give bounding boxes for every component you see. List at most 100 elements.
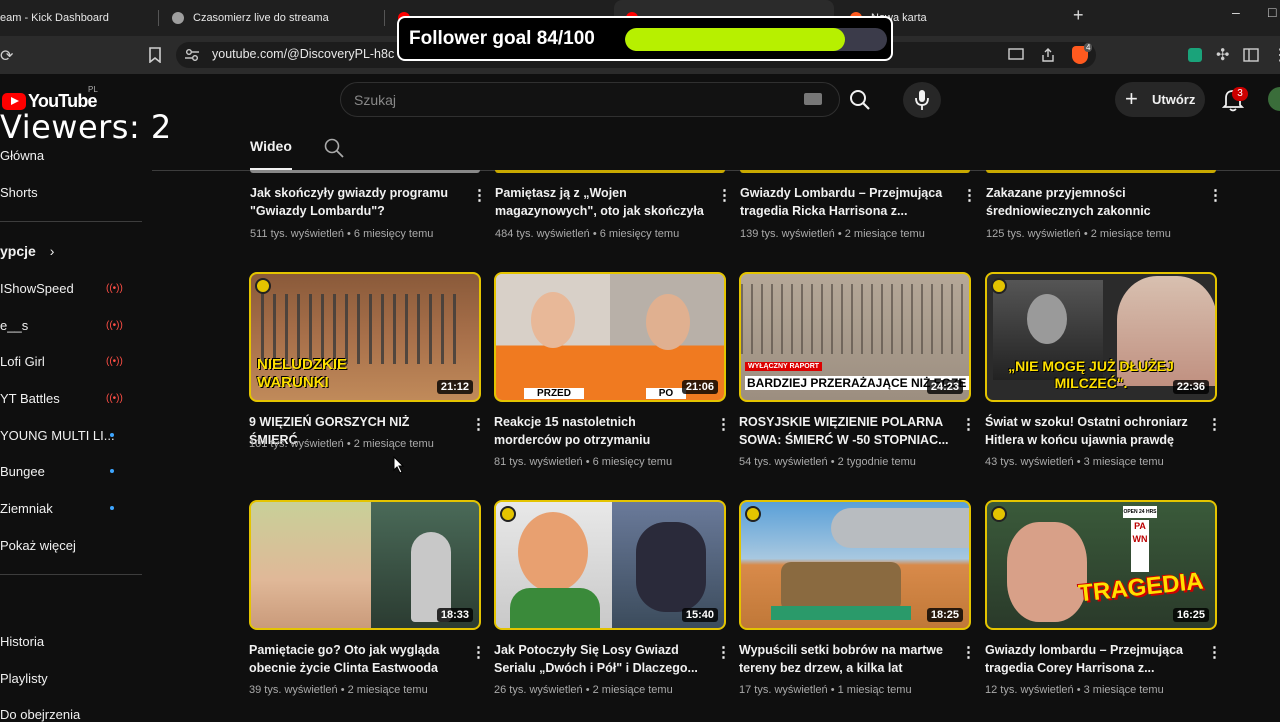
video-meta: 17 tys. wyświetleń • 1 miesiąc temu	[739, 684, 912, 696]
live-icon: ((•))	[106, 356, 123, 367]
sidebar-item-bungee[interactable]: Bungee	[0, 464, 45, 479]
more-options-icon[interactable]: ⋮	[961, 417, 976, 432]
viewers-overlay: Viewers: 2	[0, 108, 172, 146]
tab-videos[interactable]: Wideo	[250, 138, 292, 154]
video-title[interactable]: Gwiazdy lombardu – Przejmująca tragedia …	[985, 641, 1195, 677]
keyboard-icon[interactable]	[804, 93, 822, 105]
video-meta: 39 tys. wyświetleń • 2 miesiące temu	[249, 684, 428, 696]
video-duration: 21:06	[681, 380, 718, 394]
thumbnail-edge	[495, 170, 725, 173]
browser-tab-timer[interactable]: Czasomierz live do streama	[172, 0, 372, 36]
sidebar-item-shorts[interactable]: Shorts	[0, 185, 38, 200]
share-icon[interactable]	[1040, 47, 1056, 63]
thumbnail-caption-before: PRZED	[524, 388, 584, 399]
video-meta: 81 tys. wyświetleń • 6 miesięcy temu	[494, 456, 673, 468]
sidebar-item-e-s[interactable]: e__s	[0, 318, 28, 333]
thumbnail-caption: NIELUDZKIE WARUNKI	[257, 356, 347, 391]
channel-badge-icon	[255, 278, 271, 294]
sidebar-item-home[interactable]: Główna	[0, 148, 44, 163]
video-thumbnail[interactable]: 18:25	[739, 500, 971, 630]
thumbnail-edge	[250, 170, 480, 173]
video-meta: 484 tys. wyświetleń • 6 miesięcy temu	[495, 228, 680, 240]
sidebar-item-ishowspeed[interactable]: IShowSpeed	[0, 281, 74, 296]
browser-tab-kick[interactable]: eam - Kick Dashboard	[0, 0, 150, 36]
more-options-icon[interactable]: ⋮	[471, 417, 486, 432]
more-options-icon[interactable]: ⋮	[1207, 645, 1222, 660]
video-title[interactable]: Pamiętasz ją z „Wojen magazynowych", oto…	[495, 184, 705, 220]
video-thumbnail[interactable]: „NIE MOGĘ JUŻ DŁUŻEJ MILCZEĆ". 22:36	[985, 272, 1217, 402]
more-options-icon[interactable]: ⋮	[1207, 417, 1222, 432]
avatar[interactable]	[1268, 87, 1280, 111]
reload-icon[interactable]: ⟳	[0, 46, 13, 66]
video-duration: 24:23	[926, 380, 963, 394]
live-icon: ((•))	[106, 283, 123, 294]
sidebar-item-young-multi[interactable]: YOUNG MULTI LI...	[0, 428, 115, 443]
microphone-icon	[915, 90, 929, 110]
menu-icon[interactable]: ⋮	[1272, 45, 1280, 65]
video-title[interactable]: ROSYJSKIE WIĘZIENIE POLARNA SOWA: ŚMIERĆ…	[739, 413, 949, 449]
video-thumbnail[interactable]: 18:33	[249, 500, 481, 630]
more-options-icon[interactable]: ⋮	[471, 645, 486, 660]
video-title[interactable]: Pamiętacie go? Oto jak wygląda obecnie ż…	[249, 641, 459, 677]
extensions-puzzle-icon[interactable]: ✣	[1216, 45, 1229, 65]
minimize-icon[interactable]: –	[1232, 4, 1240, 20]
new-content-dot	[110, 469, 114, 473]
bookmark-icon[interactable]	[148, 47, 162, 63]
sidebar-item-lofi-girl[interactable]: Lofi Girl	[0, 354, 45, 369]
sidebar-item-ziemniak[interactable]: Ziemniak	[0, 501, 53, 516]
more-options-icon[interactable]: ⋮	[472, 188, 487, 203]
tab-title: Czasomierz live do streama	[193, 12, 329, 24]
video-title[interactable]: Jak Potoczyły Się Losy Gwiazd Serialu „D…	[494, 641, 704, 677]
new-tab-button[interactable]: +	[1073, 5, 1084, 26]
video-meta: 101 tys. wyświetleń • 2 miesiące temu	[249, 438, 434, 450]
url-text: youtube.com/@DiscoveryPL-h8c	[212, 47, 395, 61]
video-thumbnail[interactable]: PRZED PO 21:06	[494, 272, 726, 402]
video-title[interactable]: Zakazane przyjemności średniowiecznych z…	[986, 184, 1196, 220]
sidebar-item-history[interactable]: Historia	[0, 634, 44, 649]
more-options-icon[interactable]: ⋮	[716, 645, 731, 660]
video-duration: 15:40	[681, 608, 718, 622]
sidebar-item-playlists[interactable]: Playlisty	[0, 671, 48, 686]
video-title[interactable]: Świat w szoku! Ostatni ochroniarz Hitler…	[985, 413, 1195, 449]
video-duration: 18:25	[926, 608, 963, 622]
more-options-icon[interactable]: ⋮	[962, 188, 977, 203]
sidebar-toggle-icon[interactable]	[1243, 47, 1259, 63]
video-thumbnail[interactable]: NIELUDZKIE WARUNKI 21:12	[249, 272, 481, 402]
sidebar-subscriptions-heading[interactable]: ypcje ›	[0, 243, 54, 259]
video-title[interactable]: Reakcje 15 nastoletnich morderców po otr…	[494, 413, 704, 449]
video-meta: 125 tys. wyświetleń • 2 miesiące temu	[986, 228, 1171, 240]
extension-icon[interactable]	[1188, 48, 1202, 62]
video-meta: 511 tys. wyświetleń • 6 miesięcy temu	[250, 228, 434, 240]
sidebar-item-show-more[interactable]: Pokaż więcej	[0, 538, 76, 553]
channel-badge-icon	[745, 506, 761, 522]
live-icon: ((•))	[106, 320, 123, 331]
more-options-icon[interactable]: ⋮	[716, 417, 731, 432]
maximize-icon[interactable]: □	[1268, 4, 1276, 20]
search-icon[interactable]	[849, 89, 871, 111]
search-box[interactable]	[340, 82, 840, 117]
video-title[interactable]: Wypuścili setki bobrów na martwe tereny …	[739, 641, 949, 677]
thumbnail-edge	[986, 170, 1216, 173]
globe-icon	[172, 12, 184, 24]
more-options-icon[interactable]: ⋮	[1208, 188, 1223, 203]
site-settings-icon[interactable]	[184, 47, 200, 63]
follower-goal-label: Follower goal 84/100	[409, 28, 595, 49]
mouse-cursor-icon	[393, 456, 405, 474]
video-title[interactable]: Jak skończyły gwiazdy programu "Gwiazdy …	[250, 184, 460, 220]
cast-icon[interactable]	[1008, 48, 1024, 62]
video-meta: 139 tys. wyświetleń • 2 miesiące temu	[740, 228, 925, 240]
video-title[interactable]: Gwiazdy Lombardu – Przejmująca tragedia …	[740, 184, 950, 220]
video-thumbnail[interactable]: OPEN 24 HRS PAWN TRAGEDIA 16:25	[985, 500, 1217, 630]
follower-goal-progress-track	[625, 28, 887, 51]
more-options-icon[interactable]: ⋮	[717, 188, 732, 203]
video-thumbnail[interactable]: 15:40	[494, 500, 726, 630]
video-duration: 21:12	[436, 380, 473, 394]
live-icon: ((•))	[106, 393, 123, 404]
search-input[interactable]: Szukaj	[354, 92, 396, 108]
thumbnail-caption: TRAGEDIA	[1077, 567, 1205, 608]
more-options-icon[interactable]: ⋮	[961, 645, 976, 660]
video-thumbnail[interactable]: WYŁĄCZNY RAPORT BARDZIEJ PRZERAŻAJĄCE NI…	[739, 272, 971, 402]
sidebar-divider	[0, 574, 142, 575]
sidebar-item-yt-battles[interactable]: YT Battles	[0, 391, 60, 406]
channel-search-icon[interactable]	[324, 138, 344, 158]
